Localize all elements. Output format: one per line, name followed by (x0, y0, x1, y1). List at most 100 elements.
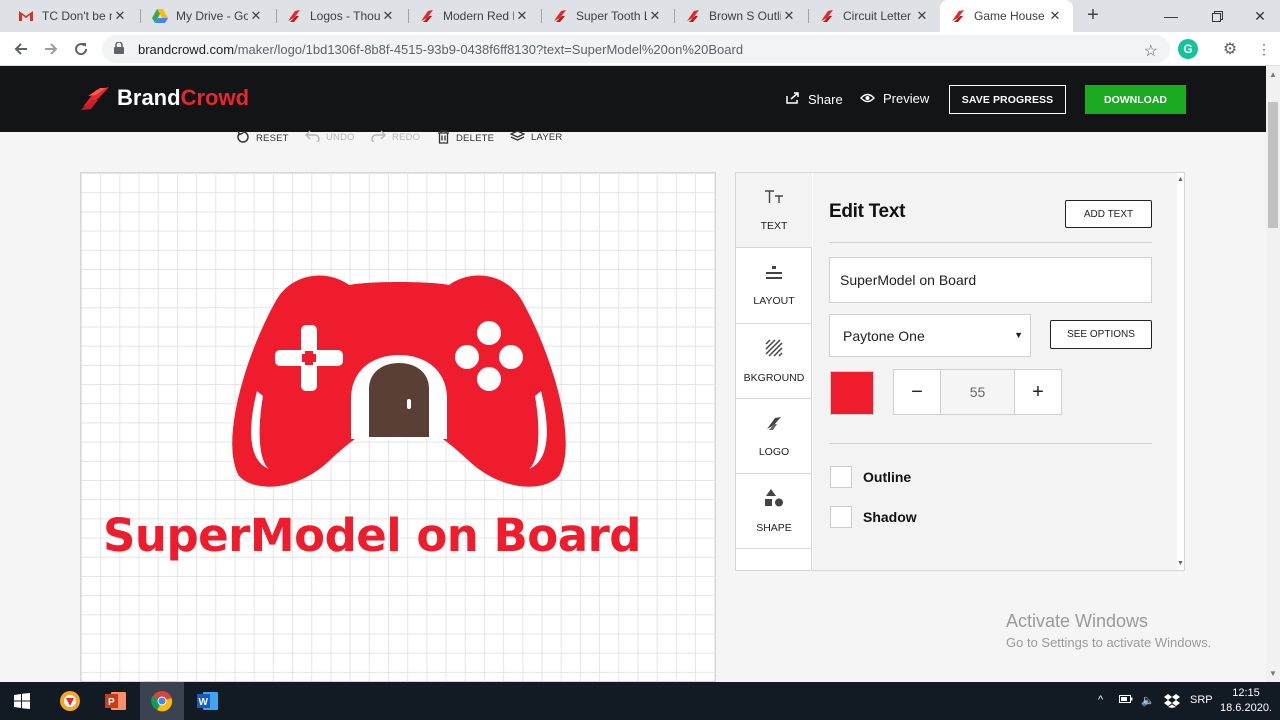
tab-shape[interactable]: SHAPE (736, 474, 812, 549)
google-drive-icon (152, 8, 168, 24)
powerpoint-icon: P (105, 692, 126, 710)
save-progress-button[interactable]: SAVE PROGRESS (949, 85, 1066, 114)
redo-button[interactable]: REDO (371, 130, 420, 145)
browser-tab[interactable]: Brown S Outlin ✕ (675, 0, 807, 32)
tab-title: My Drive - Goo (176, 9, 248, 23)
increase-size-button[interactable]: + (1015, 370, 1061, 414)
brandcrowd-icon (286, 8, 302, 24)
layer-button[interactable]: LAYER (509, 130, 562, 145)
address-bar[interactable]: brandcrowd.com/maker/logo/1bd1306f-8b8f-… (102, 35, 1170, 63)
forward-button[interactable] (40, 38, 62, 60)
gamepad-house-logo[interactable] (229, 271, 569, 491)
page-scrollbar[interactable]: ▲ ▼ (1266, 66, 1280, 682)
see-options-button[interactable]: SEE OPTIONS (1050, 320, 1152, 349)
browser-tab[interactable]: Logos - Thous ✕ (276, 0, 406, 32)
browser-tab[interactable]: Modern Red Lo ✕ (409, 0, 540, 32)
tab-layout[interactable]: LAYOUT (736, 249, 812, 324)
brave-browser-app[interactable] (48, 682, 92, 720)
tab-logo-label: LOGO (758, 445, 790, 458)
close-tab-icon[interactable]: ✕ (248, 8, 264, 24)
shadow-option[interactable]: Shadow (830, 506, 917, 528)
outline-option[interactable]: Outline (830, 466, 911, 488)
gmail-icon (18, 8, 34, 24)
chrome-app[interactable] (140, 682, 184, 720)
close-tab-icon[interactable]: ✕ (781, 8, 797, 24)
grammarly-icon[interactable]: G (1178, 39, 1198, 59)
close-tab-icon[interactable]: ✕ (647, 8, 663, 24)
reset-button[interactable]: RESET (236, 130, 289, 147)
font-size-value[interactable]: 55 (940, 370, 1015, 414)
preview-button[interactable]: Preview (860, 91, 929, 106)
activate-windows-watermark: Activate Windows Go to Settings to activ… (1006, 611, 1211, 650)
tab-title: Super Tooth Lo (576, 9, 647, 23)
shape-icon (764, 488, 784, 512)
brandcrowd-logo-mark (81, 87, 109, 110)
browser-toolbar: brandcrowd.com/maker/logo/1bd1306f-8b8f-… (0, 32, 1280, 66)
scrollbar-thumb[interactable] (1268, 102, 1278, 228)
menu-icon[interactable]: ⋮ (1254, 39, 1274, 59)
tab-background[interactable]: BKGROUND (736, 324, 812, 399)
site-header: Brand Crowd Share Preview SAVE PROGRESS D… (0, 66, 1266, 132)
close-tab-icon[interactable]: ✕ (914, 8, 930, 24)
close-tab-icon[interactable]: ✕ (1047, 8, 1063, 24)
download-button[interactable]: DOWNLOAD (1085, 85, 1186, 114)
panel-scrollbar[interactable]: ▲ ▼ (1176, 173, 1184, 570)
close-tab-icon[interactable]: ✕ (380, 8, 396, 24)
restore-button[interactable] (1194, 0, 1240, 32)
reset-icon (236, 130, 250, 147)
brandcrowd-icon (419, 8, 435, 24)
close-tab-icon[interactable]: ✕ (112, 8, 128, 24)
browser-tab[interactable]: TC Don't be m ✕ (8, 0, 138, 32)
logo-crowd-text: Crowd (180, 85, 250, 110)
close-window-button[interactable]: ✕ (1237, 0, 1280, 32)
delete-button[interactable]: DELETE (437, 130, 494, 147)
undo-button[interactable]: UNDO (304, 130, 355, 145)
divider (829, 443, 1152, 444)
brandcrowd-icon (552, 8, 568, 24)
design-canvas[interactable]: SuperModel on Board (80, 172, 716, 682)
brandcrowd-icon (819, 8, 835, 24)
font-select[interactable]: Paytone One ▼ (829, 314, 1031, 357)
logo-text[interactable]: SuperModel on Board (103, 509, 642, 562)
undo-icon (304, 130, 320, 145)
new-tab-button[interactable]: + (1082, 4, 1104, 26)
language-indicator[interactable]: SRP (1190, 694, 1213, 706)
url-domain: brandcrowd.com (138, 41, 235, 57)
browser-tab-active[interactable]: Game House L ✕ (940, 0, 1073, 32)
share-button[interactable]: Share (786, 91, 843, 107)
tab-logo[interactable]: LOGO (736, 399, 812, 474)
word-app[interactable]: W (186, 682, 230, 720)
reload-button[interactable] (70, 38, 92, 60)
back-button[interactable] (10, 38, 32, 60)
dropbox-icon[interactable] (1164, 694, 1180, 711)
minimize-button[interactable]: — (1148, 0, 1194, 32)
chevron-down-icon: ▼ (1014, 330, 1023, 340)
tab-shape-label: SHAPE (756, 521, 792, 534)
add-text-button[interactable]: ADD TEXT (1065, 200, 1152, 228)
text-content-input[interactable]: SuperModel on Board (829, 257, 1152, 303)
close-tab-icon[interactable]: ✕ (514, 8, 530, 24)
tab-text[interactable]: TEXT (736, 173, 812, 248)
start-button[interactable] (0, 682, 44, 720)
windows-icon (14, 693, 30, 709)
browser-tab[interactable]: My Drive - Goo ✕ (142, 0, 274, 32)
outline-checkbox[interactable] (830, 466, 852, 488)
show-hidden-icons-chevron-icon[interactable]: ^ (1098, 694, 1103, 706)
brandcrowd-icon (685, 8, 701, 24)
extension-gear-icon[interactable]: ⚙ (1220, 39, 1240, 59)
activate-subtitle: Go to Settings to activate Windows. (1006, 635, 1212, 650)
powerpoint-app[interactable]: P (94, 682, 138, 720)
taskbar-clock[interactable]: 12:15 18.6.2020. (1216, 686, 1276, 716)
shadow-label: Shadow (863, 509, 917, 525)
shadow-checkbox[interactable] (830, 506, 852, 528)
bookmark-star-icon[interactable]: ☆ (1144, 41, 1158, 61)
volume-icon[interactable]: 🔈 (1141, 694, 1155, 707)
decrease-size-button[interactable]: − (894, 370, 940, 414)
brandcrowd-logo[interactable]: Brand Crowd (80, 85, 249, 111)
tab-title: Game House L (974, 9, 1047, 23)
text-color-swatch[interactable] (830, 371, 874, 415)
battery-icon[interactable] (1119, 694, 1133, 707)
browser-tab[interactable]: Circuit Letter S ✕ (809, 0, 940, 32)
font-size-stepper: − 55 + (893, 369, 1062, 415)
browser-tab[interactable]: Super Tooth Lo ✕ (542, 0, 673, 32)
